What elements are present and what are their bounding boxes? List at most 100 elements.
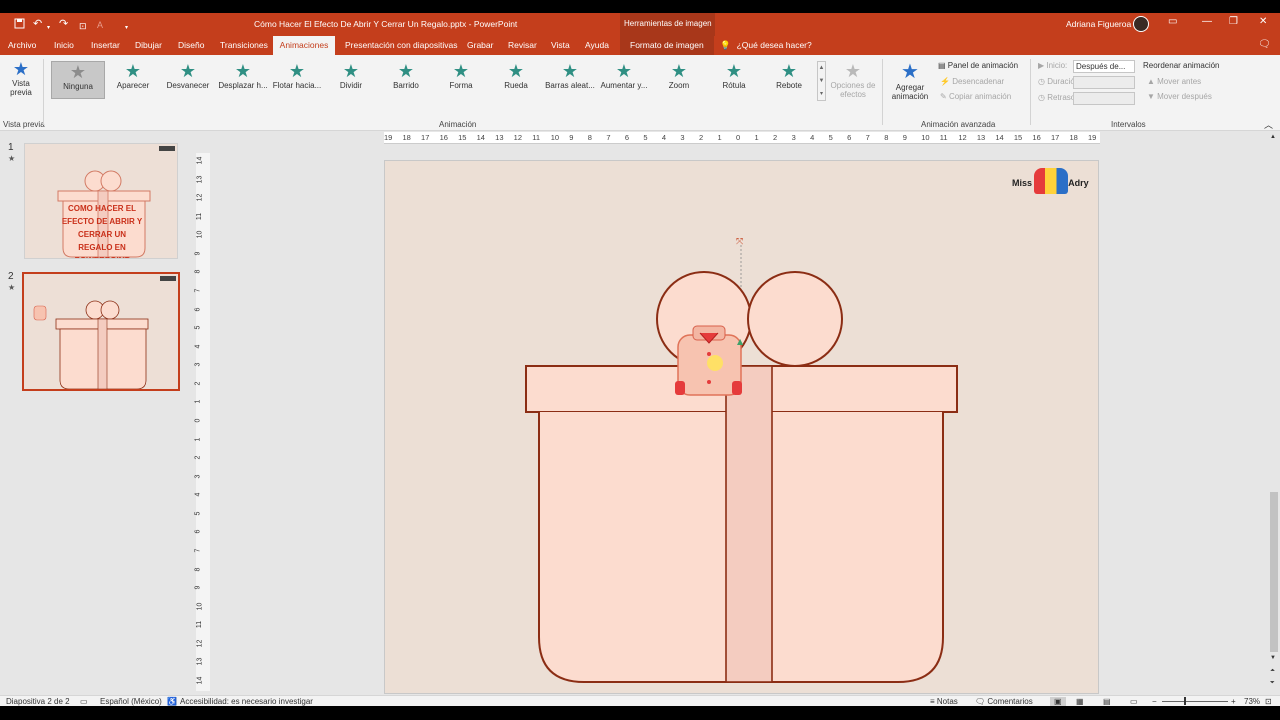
zoom-in-icon[interactable]: +	[1231, 697, 1236, 706]
ruler-tick-label: 15	[1013, 133, 1023, 142]
gift-ribbon[interactable]	[725, 365, 773, 683]
close-icon[interactable]: ✕	[1259, 16, 1267, 27]
move-earlier-button[interactable]: ▲ Mover antes	[1147, 77, 1201, 86]
animation-label: Barras aleat...	[545, 81, 595, 90]
customize-icon[interactable]: ▾	[125, 21, 128, 35]
animation-option-11[interactable]: ★ Zoom	[652, 61, 706, 99]
animation-option-3[interactable]: ★ Desplazar h...	[216, 61, 270, 99]
ruler-tick-label: 8	[194, 269, 202, 274]
reading-view-icon[interactable]: ▤	[1103, 697, 1111, 706]
bow-loop-right[interactable]	[747, 271, 843, 367]
tab-vista[interactable]: Vista	[551, 36, 570, 55]
zoom-out-icon[interactable]: −	[1152, 697, 1157, 706]
vertical-scrollbar[interactable]: ▲ ▼ ⏶ ⏷	[1268, 132, 1280, 695]
save-icon[interactable]	[14, 18, 25, 29]
animation-option-9[interactable]: ★ Barras aleat...	[543, 61, 597, 99]
animation-option-8[interactable]: ★ Rueda	[489, 61, 543, 99]
tab-dibujar[interactable]: Dibujar	[135, 36, 162, 55]
animation-option-0[interactable]: ★ Ninguna	[51, 61, 105, 99]
next-slide-icon[interactable]: ⏷	[1270, 680, 1275, 687]
duration-field[interactable]	[1073, 76, 1135, 89]
tab-presentacion[interactable]: Presentación con diapositivas	[345, 36, 457, 55]
accessibility-status[interactable]: Accesibilidad: es necesario investigar	[180, 697, 313, 706]
ribbon-display-icon[interactable]: ▭	[1168, 16, 1177, 27]
collapse-ribbon-icon[interactable]: ︿	[1264, 118, 1273, 131]
tab-grabar[interactable]: Grabar	[467, 36, 493, 55]
animation-option-7[interactable]: ★ Forma	[434, 61, 488, 99]
animation-option-10[interactable]: ★ Aumentar y...	[597, 61, 651, 99]
animation-label: Zoom	[668, 81, 690, 90]
user-name[interactable]: Adriana Figueroa	[1066, 19, 1131, 29]
slideshow-icon[interactable]: ▭	[1130, 697, 1138, 706]
scroll-up-arrow[interactable]: ▲	[1270, 134, 1276, 140]
zoom-slider-thumb[interactable]	[1184, 697, 1186, 705]
picture-tools-context-label: Herramientas de imagen	[620, 13, 715, 36]
redo-icon[interactable]: ↷	[59, 17, 68, 31]
animation-option-6[interactable]: ★ Barrido	[379, 61, 433, 99]
animation-pane-button[interactable]: ▤ Panel de animación	[938, 61, 1018, 70]
tab-revisar[interactable]: Revisar	[508, 36, 537, 55]
reorder-animation-title: Reordenar animación	[1143, 61, 1220, 70]
undo-icon[interactable]: ↶	[33, 17, 42, 31]
preview-button[interactable]: ★ Vista previa	[4, 59, 38, 97]
avatar[interactable]	[1133, 16, 1149, 32]
tab-ayuda[interactable]: Ayuda	[585, 36, 609, 55]
copy-animation-button[interactable]: ✎ Copiar animación	[940, 92, 1011, 101]
animation-label: Desvanecer	[166, 81, 210, 90]
notes-button[interactable]: ≡ Notas	[930, 697, 958, 706]
normal-view-icon[interactable]: ▣	[1050, 697, 1066, 706]
move-later-button[interactable]: ▼ Mover después	[1147, 92, 1212, 101]
zoom-level[interactable]: 73%	[1244, 697, 1260, 706]
start-dropdown[interactable]: Después de...	[1073, 60, 1135, 73]
tab-diseno[interactable]: Diseño	[178, 36, 204, 55]
slide-thumbnail-1[interactable]: COMO HACER EL EFECTO DE ABRIR Y CERRAR U…	[24, 143, 178, 259]
add-animation-button[interactable]: ★ Agregar animación	[886, 61, 934, 101]
prev-slide-icon[interactable]: ⏶	[1270, 668, 1275, 675]
delay-field[interactable]	[1073, 92, 1135, 105]
tab-insertar[interactable]: Insertar	[91, 36, 120, 55]
animation-star-icon: ★	[725, 61, 743, 81]
ruler-tick-label: 3	[680, 133, 685, 142]
undo-dropdown-icon[interactable]: ▾	[47, 21, 50, 35]
scroll-down-arrow[interactable]: ▼	[1270, 655, 1276, 661]
language[interactable]: Español (México)	[100, 697, 162, 706]
group-separator	[43, 59, 44, 125]
restore-icon[interactable]: ❐	[1229, 16, 1238, 27]
comments-button[interactable]: 🗨 Comentarios	[975, 697, 1033, 706]
animation-option-2[interactable]: ★ Desvanecer	[161, 61, 215, 99]
animation-option-1[interactable]: ★ Aparecer	[106, 61, 160, 99]
animation-option-13[interactable]: ★ Rebote	[762, 61, 816, 99]
tab-archivo[interactable]: Archivo	[8, 36, 36, 55]
animations-ribbon: ★ Vista previa Vista previa ★ Ninguna ★ Apa…	[0, 55, 1280, 131]
minimize-icon[interactable]: —	[1202, 16, 1212, 27]
rotate-handle-icon[interactable]: ⤧	[736, 236, 743, 247]
trigger-button[interactable]: ⚡ Desencadenar	[940, 77, 1004, 86]
animation-option-5[interactable]: ★ Dividir	[324, 61, 378, 99]
animation-option-4[interactable]: ★ Flotar hacia...	[270, 61, 324, 99]
miss-adry-logo: Miss Adry	[1010, 168, 1092, 196]
gallery-scroll[interactable]: ▲ ▼ ▾	[817, 61, 826, 101]
zoom-slider[interactable]	[1162, 701, 1228, 702]
spelling-icon[interactable]: ▭	[80, 697, 88, 706]
slide-thumbnail-2[interactable]	[22, 272, 180, 391]
font-color-icon[interactable]: A	[97, 18, 103, 32]
comment-icon[interactable]: 🗨	[1258, 39, 1271, 50]
animation-star-icon: ★	[8, 283, 16, 292]
tab-inicio[interactable]: Inicio	[54, 36, 74, 55]
tab-transiciones[interactable]: Transiciones	[220, 36, 268, 55]
tell-me-search[interactable]: 💡 ¿Qué desea hacer?	[720, 36, 812, 55]
fit-slide-icon[interactable]: ⊡	[1265, 697, 1272, 706]
animation-option-12[interactable]: ★ Rótula	[707, 61, 761, 99]
trigger-label: Desencadenar	[952, 77, 1005, 86]
start-from-beginning-icon[interactable]: ⊡	[79, 19, 87, 33]
scroll-thumb[interactable]	[1270, 492, 1278, 652]
tab-animaciones[interactable]: Animaciones	[273, 36, 335, 55]
tab-formato-de-imagen[interactable]: Formato de imagen	[620, 36, 714, 55]
ruler-tick-label: 4	[661, 133, 667, 142]
ruler-tick-label: 3	[194, 474, 202, 479]
accessibility-icon[interactable]: ♿	[167, 697, 177, 706]
effect-options-button[interactable]: ★ Opciones de efectos	[828, 61, 878, 99]
slide-sorter-icon[interactable]: ▦	[1076, 697, 1084, 706]
ruler-tick-label: 11	[196, 621, 204, 629]
jacket-picture[interactable]	[675, 325, 742, 396]
